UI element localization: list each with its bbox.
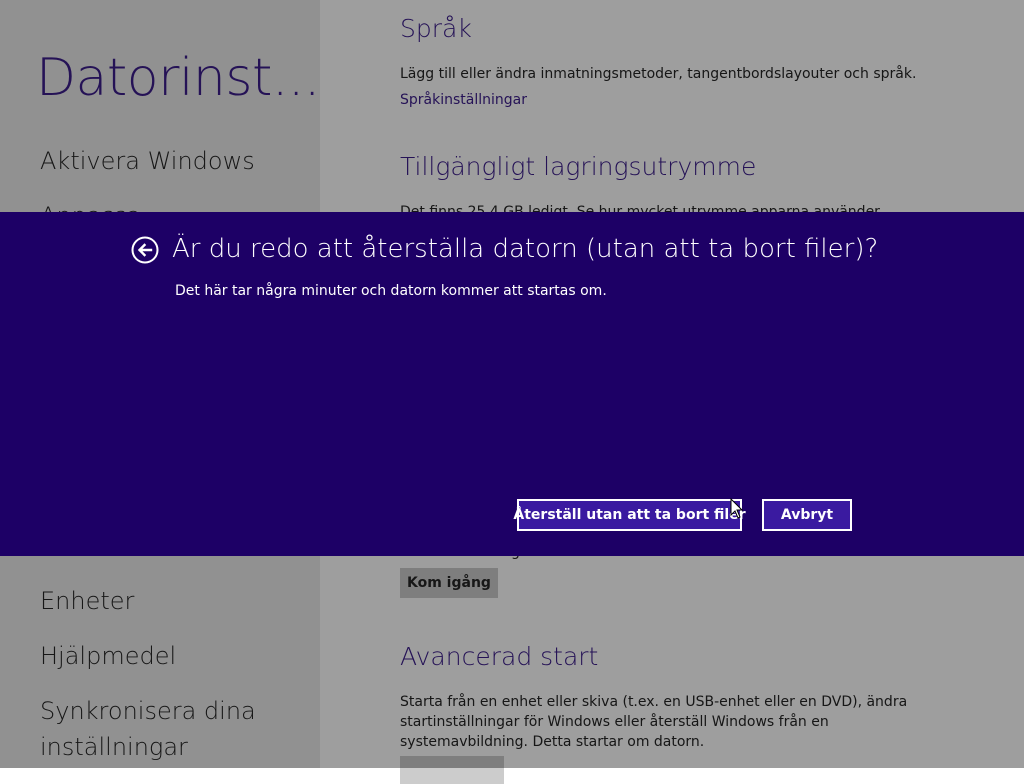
reset-without-removing-files-button[interactable]: Återställ utan att ta bort filer bbox=[513, 499, 746, 531]
cancel-button[interactable]: Avbryt bbox=[762, 499, 852, 531]
dialog-title: Är du redo att återställa datorn (utan a… bbox=[172, 234, 879, 264]
mouse-cursor-icon bbox=[730, 497, 744, 520]
back-arrow-icon[interactable] bbox=[131, 236, 159, 264]
dialog-message: Det här tar några minuter och datorn kom… bbox=[175, 283, 607, 299]
